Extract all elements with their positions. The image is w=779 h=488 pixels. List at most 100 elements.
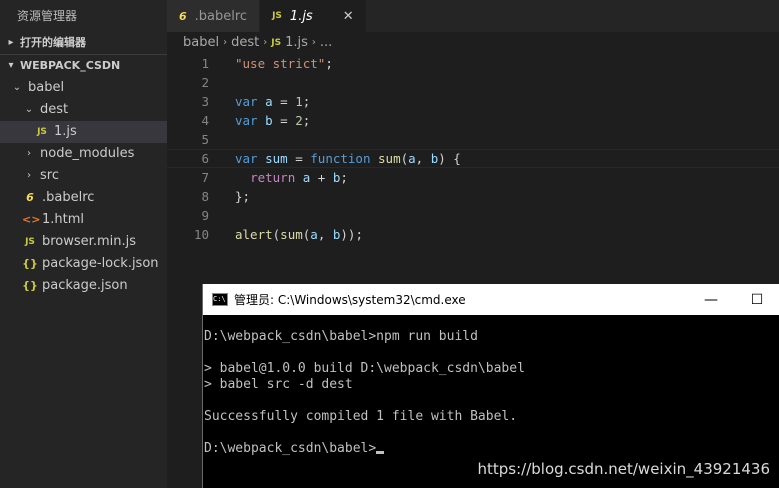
tree-item-label: node_modules (40, 146, 135, 161)
chevron-right-icon: ▸ (8, 37, 14, 48)
tree-item-babel[interactable]: ⌄ babel (0, 77, 167, 99)
code-line[interactable]: 4 var b = 2; (167, 111, 779, 130)
chevron-down-icon: ⌄ (24, 104, 34, 115)
tree-item-babelrc[interactable]: 6 .babelrc (0, 187, 167, 209)
tree-item-label: dest (40, 102, 69, 117)
cmd-prompt-line: D:\webpack_csdn\babel> (204, 441, 779, 457)
watermark: https://blog.csdn.net/weixin_43921436 (477, 460, 770, 478)
explorer-title: 资源管理器 (17, 9, 78, 23)
tree-item-label: .babelrc (42, 190, 95, 205)
cmd-titlebar[interactable]: C:\ 管理员: C:\Windows\system32\cmd.exe — ☐ (203, 284, 779, 315)
terminal-icon: C:\ (212, 293, 228, 306)
tree-item-dest[interactable]: ⌄ dest (0, 99, 167, 121)
breadcrumb: babel › dest › JS 1.js › ... (167, 32, 779, 54)
breadcrumb-item[interactable]: ... (320, 32, 332, 54)
open-editors-label: 打开的编辑器 (20, 36, 86, 49)
line-number: 2 (201, 75, 209, 90)
code-line[interactable]: 9 (167, 206, 779, 225)
tree-item-label: src (40, 168, 59, 183)
tree-item-label: package-lock.json (42, 256, 159, 271)
tab-label: 1.js (289, 8, 313, 24)
tree-item-label: 1.js (54, 124, 77, 139)
tree-item-label: browser.min.js (42, 234, 136, 249)
tree-item-label: babel (28, 80, 65, 95)
cmd-line: D:\webpack_csdn\babel>npm run build (204, 329, 478, 344)
cmd-window: C:\ 管理员: C:\Windows\system32\cmd.exe — ☐… (202, 284, 779, 488)
json-file-icon: {} (22, 257, 38, 270)
open-editors-section[interactable]: ▸ 打开的编辑器 (0, 32, 167, 55)
code-text: }; (235, 189, 251, 204)
tree-item-src[interactable]: › src (0, 165, 167, 187)
cmd-line (204, 393, 779, 409)
tree-item-package-lock-json[interactable]: {} package-lock.json (0, 253, 167, 275)
code-line[interactable]: 3 var a = 1; (167, 92, 779, 111)
json-file-icon: {} (22, 279, 38, 292)
code-line[interactable]: 1 "use strict"; (167, 54, 779, 73)
cmd-output[interactable]: D:\webpack_csdn\babel>npm run build > ba… (203, 315, 779, 457)
line-number: 9 (201, 208, 209, 223)
tab-label: .babelrc (194, 8, 248, 24)
code-text: var sum = function sum(a, b) { (235, 151, 461, 166)
code-editor[interactable]: 1 "use strict"; 2 3 var a = 1; 4 var b = 2; 5 6 v… (167, 54, 779, 244)
code-line[interactable]: 5 (167, 130, 779, 149)
chevron-right-icon: › (311, 37, 316, 48)
tree-item-label: 1.html (42, 212, 85, 227)
code-text: return a + b; (250, 170, 348, 185)
babel-file-icon: 6 (179, 9, 187, 23)
js-file-icon: JS (271, 38, 282, 48)
tab-bar: 6 .babelrc JS 1.js ✕ (167, 0, 779, 32)
js-file-icon: JS (25, 237, 35, 247)
line-number: 3 (201, 94, 209, 109)
js-file-icon: JS (272, 11, 282, 21)
cmd-title: 管理员: C:\Windows\system32\cmd.exe (234, 293, 466, 307)
explorer-sidebar: 资源管理器 ▸ 打开的编辑器 ▾ WEBPACK_CSDN ⌄ babel ⌄ … (0, 0, 167, 488)
tree-item-browser-min-js[interactable]: JS browser.min.js (0, 231, 167, 253)
js-file-icon: JS (37, 127, 47, 137)
cmd-line: Successfully compiled 1 file with Babel. (204, 409, 518, 424)
tab-babelrc[interactable]: 6 .babelrc (167, 0, 261, 32)
babel-file-icon: 6 (26, 191, 34, 204)
chevron-right-icon: › (27, 148, 31, 159)
code-line[interactable]: 10 alert(sum(a, b)); (167, 225, 779, 244)
chevron-right-icon: › (263, 37, 268, 48)
line-number: 10 (193, 227, 209, 242)
breadcrumb-item[interactable]: dest (231, 32, 259, 54)
line-number: 8 (201, 189, 209, 204)
html-file-icon: <> (22, 213, 41, 226)
tree-item-1-html[interactable]: <> 1.html (0, 209, 167, 231)
chevron-down-icon: ⌄ (12, 82, 22, 93)
tree-item-label: package.json (42, 278, 128, 293)
tab-1-js[interactable]: JS 1.js ✕ (260, 0, 367, 32)
code-line[interactable]: 7 return a + b; (167, 168, 779, 187)
line-number: 6 (201, 151, 209, 166)
breadcrumb-item[interactable]: babel (183, 32, 219, 54)
code-line[interactable]: 2 (167, 73, 779, 92)
line-number: 5 (201, 132, 209, 147)
code-text: var a = 1; (235, 94, 311, 109)
tree-item-package-json[interactable]: {} package.json (0, 275, 167, 297)
cmd-line: > babel src -d dest (204, 377, 353, 392)
code-line[interactable]: 6 var sum = function sum(a, b) { (167, 149, 779, 168)
chevron-right-icon: › (223, 37, 228, 48)
cmd-line: > babel@1.0.0 build D:\webpack_csdn\babe… (204, 361, 525, 376)
breadcrumb-item[interactable]: 1.js (285, 32, 308, 54)
text-cursor (376, 451, 385, 454)
code-text: "use strict"; (235, 56, 333, 71)
code-line[interactable]: 8}; (167, 187, 779, 206)
workspace-label: WEBPACK_CSDN (20, 59, 121, 72)
minimize-button[interactable]: — (688, 292, 734, 308)
line-number: 4 (201, 113, 209, 128)
code-text: alert(sum(a, b)); (235, 227, 363, 242)
code-text: var b = 2; (235, 113, 311, 128)
maximize-button[interactable]: ☐ (734, 292, 779, 308)
line-number: 1 (201, 56, 209, 71)
close-icon[interactable]: ✕ (343, 9, 354, 24)
tree-item-node-modules[interactable]: › node_modules (0, 143, 167, 165)
cmd-prompt: D:\webpack_csdn\babel> (204, 441, 377, 456)
tree-item-1-js[interactable]: JS 1.js (0, 121, 167, 143)
workspace-section[interactable]: ▾ WEBPACK_CSDN (0, 55, 167, 77)
chevron-down-icon: ▾ (8, 60, 14, 71)
